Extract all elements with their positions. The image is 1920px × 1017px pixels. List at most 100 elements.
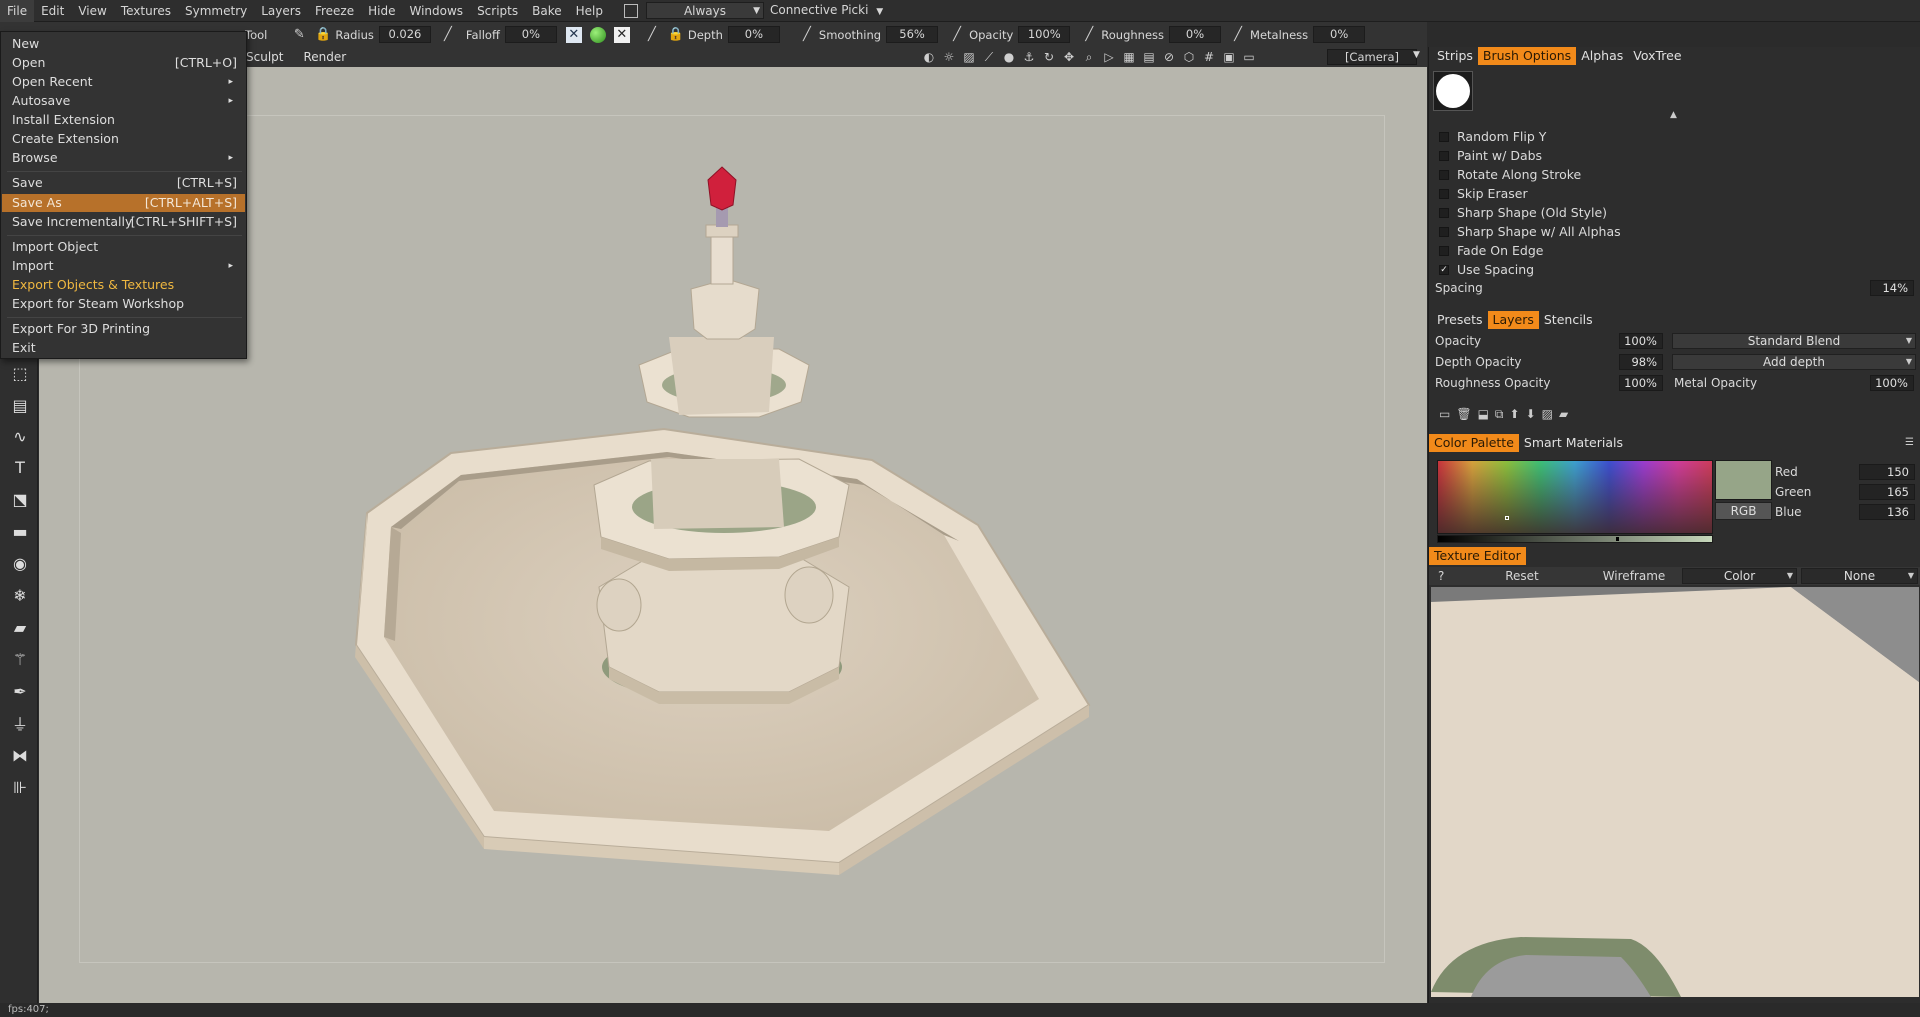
red-field[interactable]: 150 (1859, 464, 1915, 480)
menu-item-install-extension[interactable]: Install Extension (2, 111, 245, 129)
spacing-label[interactable]: Spacing (1435, 281, 1483, 295)
no-icon[interactable]: ⊘ (1160, 48, 1178, 66)
magic-wand-icon[interactable]: ⚚ (9, 648, 31, 670)
lock-icon[interactable]: 🔒 (668, 27, 684, 43)
drop-icon[interactable]: ● (1000, 48, 1018, 66)
menu-item-import[interactable]: Import ▸ (2, 257, 245, 275)
brush-icon[interactable]: ✎ (291, 27, 307, 43)
opacity-field[interactable]: 100% (1018, 26, 1071, 43)
eraser-tool-icon[interactable]: ▬ (9, 520, 31, 542)
menu-help[interactable]: Help (569, 0, 610, 22)
depth-label[interactable]: Depth (688, 28, 723, 42)
checkbox-checked[interactable]: ✓ (1439, 264, 1449, 275)
depth-pen-icon[interactable]: ╱ (644, 27, 660, 43)
option-paint-with-dabs[interactable]: Paint w/ Dabs (1439, 148, 1542, 163)
lock-icon[interactable]: 🔒 (315, 27, 331, 43)
red-label[interactable]: Red (1775, 465, 1798, 479)
pen-pressure-icon[interactable]: ╱ (440, 27, 456, 43)
color-swatch[interactable] (1715, 460, 1772, 500)
tab-stencils[interactable]: Stencils (1539, 311, 1598, 329)
ruler-tool-icon[interactable]: ▰ (9, 616, 31, 638)
option-random-flip-y[interactable]: Random Flip Y (1439, 129, 1546, 144)
tab-render[interactable]: Render (293, 50, 356, 64)
menu-item-new[interactable]: New (2, 35, 245, 53)
move-down-icon[interactable]: ⬇ (1526, 407, 1536, 422)
tab-strips[interactable]: Strips (1432, 47, 1478, 65)
move-up-icon[interactable]: ⬆ (1510, 407, 1520, 422)
roughness-opacity-field[interactable]: 100% (1619, 375, 1663, 391)
depth-opacity-field[interactable]: 98% (1619, 354, 1663, 370)
menu-item-browse[interactable]: Browse ▸ (2, 149, 245, 167)
page-tool-icon[interactable]: ▤ (9, 394, 31, 416)
menu-item-save-as[interactable]: Save As [CTRL+ALT+S] (2, 194, 245, 212)
metal-opacity-label[interactable]: Metal Opacity (1674, 376, 1757, 390)
blue-label[interactable]: Blue (1775, 505, 1802, 519)
menu-symmetry[interactable]: Symmetry (178, 0, 254, 22)
depth-field[interactable]: 0% (727, 26, 780, 43)
menu-item-export-3d-printing[interactable]: Export For 3D Printing (2, 320, 245, 338)
camera-combo[interactable]: [Camera] (1327, 49, 1417, 65)
connective-picking-combo[interactable]: Connective Picki ▼ (764, 0, 890, 23)
menu-item-open-recent[interactable]: Open Recent ▸ (2, 73, 245, 91)
spline-tool-icon[interactable]: ∿ (9, 425, 31, 447)
frame-icon[interactable]: ▣ (1220, 48, 1238, 66)
color-picker-spectrum[interactable] (1437, 460, 1713, 534)
checkbox[interactable] (1439, 150, 1449, 161)
green-sphere-icon[interactable] (589, 26, 606, 43)
play-icon[interactable]: ▷ (1100, 48, 1118, 66)
text-tool-icon[interactable]: T (9, 456, 31, 478)
menu-hide[interactable]: Hide (361, 0, 402, 22)
delete-layer-icon[interactable]: 🗑 (1456, 407, 1471, 422)
checkbox[interactable] (1439, 226, 1449, 237)
menu-windows[interactable]: Windows (402, 0, 470, 22)
roughness-field[interactable]: 0% (1169, 26, 1222, 43)
layer-opacity-label[interactable]: Opacity (1435, 334, 1481, 348)
overlay-combo[interactable]: None ▼ (1801, 568, 1918, 584)
grid-icon[interactable]: # (1200, 48, 1218, 66)
all-icon[interactable]: ▦ (1120, 48, 1138, 66)
depth-opacity-label[interactable]: Depth Opacity (1435, 355, 1522, 369)
roughness-opacity-label[interactable]: Roughness Opacity (1435, 376, 1550, 390)
roughness-pen-icon[interactable]: ╱ (1081, 27, 1097, 43)
screen-icon[interactable]: ▭ (1240, 48, 1258, 66)
menu-file[interactable]: File (0, 0, 35, 22)
option-skip-eraser[interactable]: Skip Eraser (1439, 186, 1528, 201)
reset-button[interactable]: Reset (1489, 569, 1555, 583)
checkbox[interactable] (1439, 245, 1449, 256)
menu-item-open[interactable]: Open [CTRL+O] (2, 54, 245, 72)
checkbox[interactable] (1439, 188, 1449, 199)
blue-field[interactable]: 136 (1859, 504, 1915, 520)
menu-item-create-extension[interactable]: Create Extension (2, 130, 245, 148)
layer-image-icon[interactable]: ▨ (1542, 407, 1553, 422)
transform-tool-icon[interactable]: ⬔ (9, 488, 31, 510)
tab-color-palette[interactable]: Color Palette (1429, 434, 1519, 452)
metalness-field[interactable]: 0% (1313, 26, 1366, 43)
value-slider[interactable] (1437, 535, 1713, 543)
menu-item-import-object[interactable]: Import Object (2, 238, 245, 256)
chevron-down-icon[interactable]: ▼ (1413, 50, 1420, 60)
pen-tool-icon[interactable]: ✒ (9, 680, 31, 702)
layer-opacity-field[interactable]: 100% (1619, 333, 1663, 349)
always-combo[interactable]: Always ▼ (645, 2, 764, 19)
tab-texture-editor[interactable]: Texture Editor (1429, 547, 1526, 565)
tab-alphas[interactable]: Alphas (1576, 47, 1628, 65)
contrast-icon[interactable]: ◐ (920, 48, 938, 66)
orbit-icon[interactable]: ↻ (1040, 48, 1058, 66)
iron-tool-icon[interactable]: ⏚ (9, 712, 31, 734)
radius-label[interactable]: Radius (335, 28, 374, 42)
tab-brush-options[interactable]: Brush Options (1477, 47, 1577, 65)
menu-item-save[interactable]: Save [CTRL+S] (2, 174, 245, 192)
eye-tool-icon[interactable]: ◉ (9, 552, 31, 574)
pen-icon[interactable]: ▤ (1140, 48, 1158, 66)
brush-alpha-preview[interactable] (1433, 71, 1473, 111)
move-icon[interactable]: ✥ (1060, 48, 1078, 66)
snowflake-tool-icon[interactable]: ❄ (9, 584, 31, 606)
help-button[interactable]: ? (1438, 569, 1444, 583)
layer-folder-icon[interactable]: ▰ (1559, 407, 1568, 422)
menu-bake[interactable]: Bake (525, 0, 569, 22)
green-label[interactable]: Green (1775, 485, 1811, 499)
menu-item-save-incrementally[interactable]: Save Incrementally [CTRL+SHIFT+S] (2, 213, 245, 231)
zoom-icon[interactable]: ⌕ (1080, 48, 1098, 66)
checkbox[interactable] (1439, 169, 1449, 180)
smoothing-label[interactable]: Smoothing (819, 28, 881, 42)
